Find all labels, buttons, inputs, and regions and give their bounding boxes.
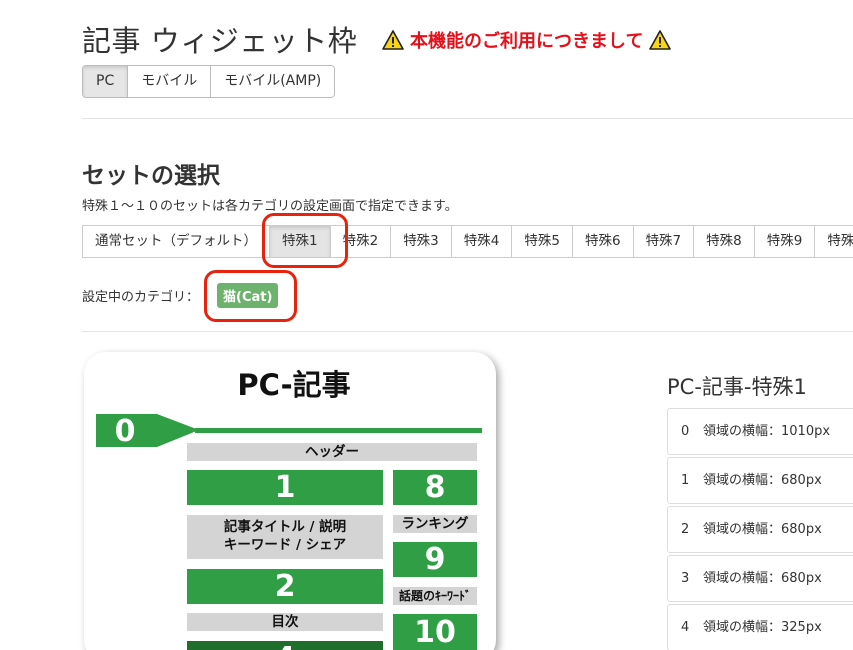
set-tab-special2[interactable]: 特殊2 — [330, 226, 392, 257]
article-title-line2: キーワード / シェア — [223, 537, 347, 553]
zone-10[interactable]: 10 — [393, 614, 477, 650]
set-tab-special4[interactable]: 特殊4 — [451, 226, 513, 257]
area-item-1[interactable]: 1 領域の横幅：680px — [667, 457, 853, 504]
area-list-title: PC-記事-特殊1 — [667, 375, 807, 399]
set-tab-special9[interactable]: 特殊9 — [754, 226, 816, 257]
device-tab-pc[interactable]: PC — [83, 66, 129, 97]
set-tab-special3[interactable]: 特殊3 — [391, 226, 452, 257]
category-label: 設定中のカテゴリ： — [82, 290, 200, 305]
device-tab-mobile-amp[interactable]: モバイル(AMP) — [211, 66, 335, 97]
article-title-line1: 記事タイトル / 説明 — [223, 519, 347, 535]
warning-notice[interactable]: 本機能のご利用につきまして — [382, 27, 672, 53]
area-item-text: 領域の横幅：325px — [703, 620, 822, 635]
area-item-text: 領域の横幅：680px — [703, 473, 822, 488]
zone-toc-label: 目次 — [187, 613, 383, 631]
warning-triangle-icon — [649, 30, 672, 50]
diagram-title: PC-記事 — [237, 368, 351, 402]
zone-4[interactable]: 4 — [187, 641, 383, 650]
zone-8[interactable]: 8 — [393, 470, 477, 505]
area-item-number: 3 — [681, 571, 690, 586]
area-item-text: 領域の横幅：680px — [703, 522, 822, 537]
area-item-number: 2 — [681, 522, 690, 537]
warning-triangle-icon — [382, 30, 404, 50]
zone-ranking-label: ランキング — [393, 515, 477, 533]
zone-header-label: ヘッダー — [187, 443, 477, 461]
area-item-number: 1 — [681, 473, 690, 488]
divider — [82, 331, 853, 332]
set-tabs: 通常セット（デフォルト） 特殊1 特殊2 特殊3 特殊4 特殊5 特殊6 特殊7… — [82, 225, 853, 258]
zone-article-title-label: 記事タイトル / 説明 キーワード / シェア — [187, 515, 383, 559]
page-title: 記事 ウィジェット枠 — [82, 24, 358, 58]
category-badge[interactable]: 猫(Cat) — [217, 283, 279, 308]
set-tab-special1[interactable]: 特殊1 — [270, 226, 331, 257]
set-tab-special7[interactable]: 特殊7 — [633, 226, 695, 257]
zone-1[interactable]: 1 — [187, 470, 383, 505]
area-item-number: 0 — [681, 424, 690, 439]
area-item-4[interactable]: 4 領域の横幅：325px — [667, 604, 853, 650]
zone-2[interactable]: 2 — [187, 569, 383, 604]
area-item-text: 領域の横幅：680px — [703, 571, 822, 586]
area-item-number: 4 — [681, 620, 690, 635]
warning-text[interactable]: 本機能のご利用につきまして — [410, 27, 643, 53]
area-item-3[interactable]: 3 領域の横幅：680px — [667, 555, 853, 602]
set-tab-special8[interactable]: 特殊8 — [694, 226, 755, 257]
device-tab-mobile[interactable]: モバイル — [128, 66, 212, 97]
zone-0-label[interactable]: 0 — [95, 414, 155, 449]
set-tab-default[interactable]: 通常セット（デフォルト） — [83, 226, 270, 257]
section-description: 特殊１～１０のセットは各カテゴリの設定画面で指定できます。 — [82, 199, 458, 214]
section-title: セットの選択 — [82, 163, 220, 189]
device-tabs: PC モバイル モバイル(AMP) — [82, 65, 336, 98]
set-tab-special10[interactable]: 特殊10 — [815, 226, 853, 257]
area-item-2[interactable]: 2 領域の横幅：680px — [667, 506, 853, 553]
area-item-text: 領域の横幅：1010px — [703, 424, 831, 439]
zone-9[interactable]: 9 — [393, 542, 477, 577]
divider — [82, 118, 853, 119]
set-tab-special5[interactable]: 特殊5 — [512, 226, 573, 257]
set-tab-special6[interactable]: 特殊6 — [572, 226, 634, 257]
area-item-0[interactable]: 0 領域の横幅：1010px — [667, 408, 853, 455]
zone-topic-keywords-label: 話題のｷｰﾜｰﾄﾞ — [393, 587, 477, 605]
